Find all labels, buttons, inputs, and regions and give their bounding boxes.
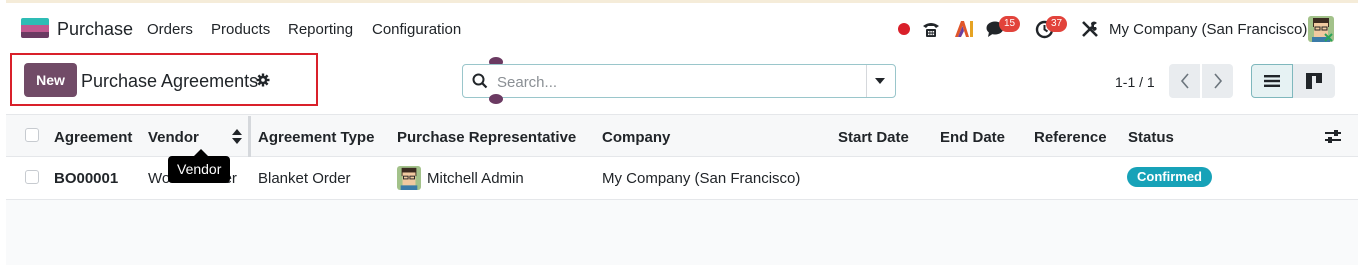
cell-representative: Mitchell Admin: [427, 170, 524, 187]
recording-dot-icon[interactable]: [897, 19, 911, 39]
tools-icon[interactable]: [1080, 19, 1100, 39]
vendor-tooltip: Vendor: [168, 156, 231, 183]
company-switcher[interactable]: My Company (San Francisco): [1109, 21, 1307, 38]
app-name[interactable]: Purchase: [57, 19, 133, 40]
select-all-checkbox[interactable]: [25, 128, 39, 142]
purchase-app-icon[interactable]: [21, 18, 49, 40]
tooltip-arrow: [194, 149, 208, 156]
activities-badge: 37: [1046, 16, 1068, 32]
column-agreement[interactable]: Agreement: [54, 129, 132, 146]
optional-columns-icon[interactable]: [1325, 129, 1341, 149]
menu-reporting[interactable]: Reporting: [288, 21, 353, 38]
column-vendor[interactable]: Vendor: [148, 129, 199, 146]
chevron-right-icon: [1213, 73, 1222, 89]
column-status[interactable]: Status: [1128, 129, 1174, 146]
column-agreement-type[interactable]: Agreement Type: [258, 129, 374, 146]
list-view-icon: [1264, 75, 1280, 87]
resize-handle-bottom[interactable]: [489, 92, 503, 106]
column-start-date[interactable]: Start Date: [838, 129, 909, 146]
kanban-view-icon: [1306, 73, 1322, 89]
pager-next-button[interactable]: [1202, 64, 1233, 98]
gear-icon[interactable]: [256, 73, 270, 87]
menu-orders[interactable]: Orders: [147, 21, 193, 38]
cell-agreement: BO00001: [54, 170, 119, 187]
menu-configuration[interactable]: Configuration: [372, 21, 461, 38]
column-company[interactable]: Company: [602, 129, 670, 146]
search-divider: [866, 65, 867, 97]
search-input[interactable]: [497, 72, 857, 92]
kanban-view-button[interactable]: [1293, 64, 1335, 98]
app-frame: Purchase Orders Products Reporting Confi…: [6, 0, 1358, 265]
control-panel: New Purchase Agreements Search... 1-1 / …: [6, 52, 1358, 114]
list-view-button[interactable]: [1251, 64, 1293, 98]
search-bar[interactable]: [462, 64, 896, 98]
representative-avatar: [397, 166, 421, 190]
cell-company: My Company (San Francisco): [602, 170, 801, 187]
pager-value[interactable]: 1-1 / 1: [1115, 74, 1155, 90]
column-reference[interactable]: Reference: [1034, 129, 1107, 146]
pager-previous-button[interactable]: [1169, 64, 1200, 98]
column-end-date[interactable]: End Date: [940, 129, 1005, 146]
table-header: Agreement Vendor Agreement Type Purchase…: [6, 114, 1358, 157]
column-representative[interactable]: Purchase Representative: [397, 129, 576, 146]
new-button[interactable]: New: [24, 63, 77, 97]
messages-badge: 15: [999, 16, 1021, 32]
cell-agreement-type: Blanket Order: [258, 170, 351, 187]
menu-products[interactable]: Products: [211, 21, 270, 38]
search-options-caret-icon[interactable]: [875, 78, 885, 84]
column-resize-handle[interactable]: [248, 116, 251, 157]
ai-icon[interactable]: [953, 19, 975, 39]
search-icon: [472, 73, 488, 93]
status-badge: Confirmed: [1127, 167, 1212, 187]
sort-icon[interactable]: [232, 129, 242, 148]
phone-icon[interactable]: [920, 19, 942, 39]
page-title: Purchase Agreements: [81, 71, 259, 91]
chevron-left-icon: [1180, 73, 1189, 89]
user-avatar[interactable]: [1308, 16, 1334, 42]
top-navbar: Purchase Orders Products Reporting Confi…: [6, 3, 1358, 52]
row-checkbox[interactable]: [25, 170, 39, 184]
